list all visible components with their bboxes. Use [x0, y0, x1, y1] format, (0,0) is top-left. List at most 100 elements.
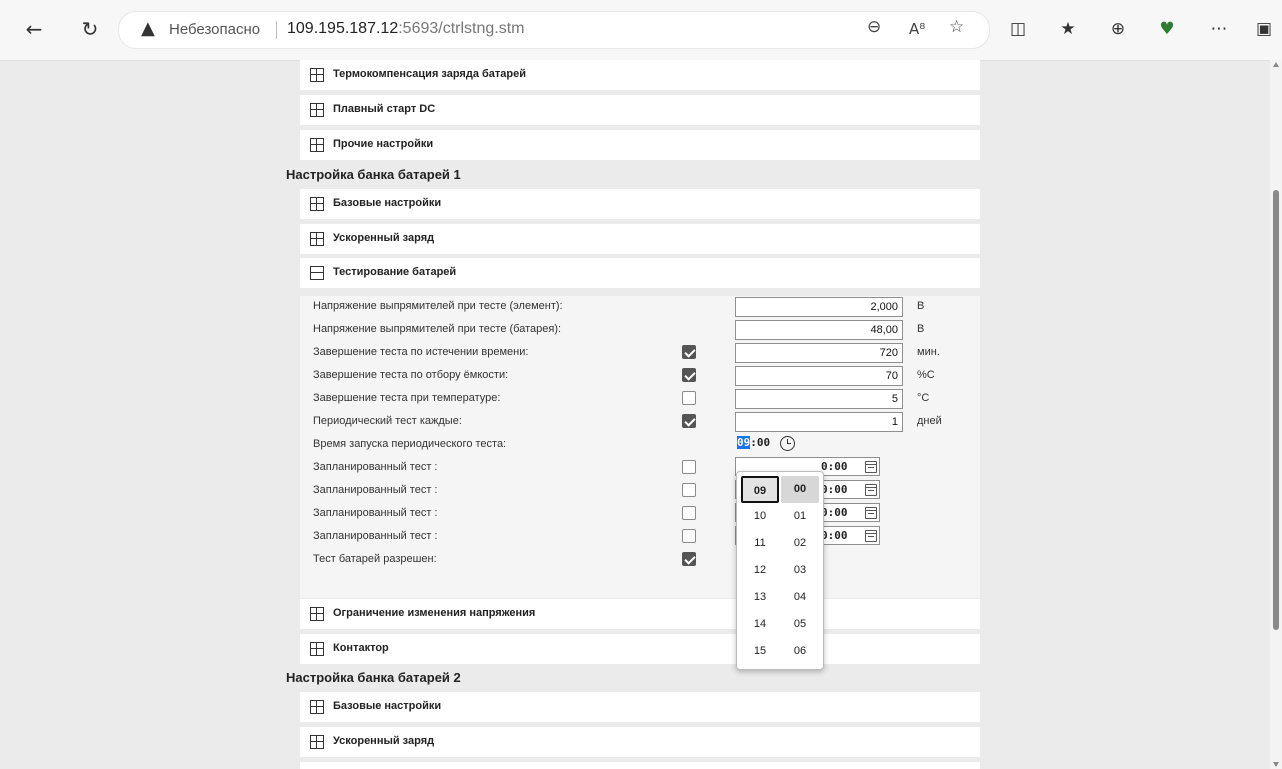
address-bar[interactable]: ▲ Небезопасно 109.195.187.12:5693/ctrlst…: [118, 11, 990, 49]
expand-icon[interactable]: [310, 197, 324, 211]
expand-icon[interactable]: [310, 232, 324, 246]
hour-option[interactable]: 09: [741, 476, 779, 503]
minutes-column[interactable]: 00 01 02 03 04 05 06: [781, 476, 819, 665]
favorites-list-icon[interactable]: ★: [1056, 14, 1080, 44]
clock-icon[interactable]: [780, 436, 795, 451]
panel-boost-charge-2[interactable]: Ускоренный заряд: [300, 727, 980, 757]
panel-title: Ускоренный заряд: [333, 232, 435, 244]
scheduled-test-checkbox[interactable]: [682, 506, 696, 520]
hour-option[interactable]: 15: [741, 638, 779, 665]
unit-label: дней: [917, 415, 942, 427]
sidebar-icon[interactable]: ▣: [1252, 14, 1276, 44]
scheduled-test-checkbox[interactable]: [682, 483, 696, 497]
minute-option[interactable]: 01: [781, 503, 819, 530]
reload-icon[interactable]: ↻: [76, 14, 104, 44]
panel-boost-charge[interactable]: Ускоренный заряд: [300, 224, 980, 254]
test-allowed-row: Тест батарей разрешен:: [300, 549, 980, 572]
minute-segment[interactable]: 00: [757, 436, 770, 449]
end-by-time-input[interactable]: 720: [735, 343, 903, 363]
periodic-test-checkbox[interactable]: [682, 414, 696, 428]
url-text[interactable]: 109.195.187.12:5693/ctrlstng.stm: [287, 20, 525, 38]
hour-option[interactable]: 13: [741, 584, 779, 611]
end-by-temperature-checkbox[interactable]: [682, 391, 696, 405]
scheduled-test-checkbox[interactable]: [682, 460, 696, 474]
cell-voltage-input[interactable]: 2,000: [735, 297, 903, 317]
panel-contactor[interactable]: Контактор: [300, 634, 980, 664]
row-label: Тест батарей разрешен:: [313, 553, 437, 565]
expand-icon[interactable]: [310, 138, 324, 152]
end-by-temperature-input[interactable]: 5: [735, 389, 903, 409]
hour-segment[interactable]: 09: [737, 436, 751, 449]
periodic-test-input[interactable]: 1: [735, 412, 903, 432]
more-icon[interactable]: ⋯: [1206, 14, 1232, 44]
minute-option[interactable]: 02: [781, 530, 819, 557]
test-row: Напряжение выпрямителей при тесте (батар…: [300, 319, 980, 342]
read-aloud-icon[interactable]: A⁸: [909, 20, 925, 38]
panel-partial[interactable]: [300, 762, 980, 769]
start-time-input[interactable]: 09:00: [737, 436, 770, 449]
hour-option[interactable]: 11: [741, 530, 779, 557]
panel-battery-test[interactable]: Тестирование батарей: [300, 258, 980, 288]
unit-label: В: [917, 300, 925, 312]
panel-title: Плавный старт DC: [333, 103, 436, 115]
minute-option[interactable]: 05: [781, 611, 819, 638]
scheduled-row: Запланированный тест : 0:00: [300, 526, 980, 549]
panel-other-settings[interactable]: Прочие настройки: [300, 130, 980, 160]
calendar-icon[interactable]: [865, 530, 877, 542]
scrollbar-thumb[interactable]: [1273, 190, 1279, 630]
expand-icon[interactable]: [310, 700, 324, 714]
row-label: Запланированный тест :: [313, 530, 438, 542]
row-label: Запланированный тест :: [313, 507, 438, 519]
minute-option[interactable]: 04: [781, 584, 819, 611]
test-allowed-checkbox[interactable]: [682, 552, 696, 566]
row-label: Запланированный тест :: [313, 461, 438, 473]
row-label: Запланированный тест :: [313, 484, 438, 496]
minute-option[interactable]: 06: [781, 638, 819, 665]
scroll-down-icon[interactable]: [1273, 762, 1279, 767]
security-warning-label[interactable]: Небезопасно: [169, 21, 260, 38]
unit-label: мин.: [917, 346, 940, 358]
calendar-icon[interactable]: [865, 484, 877, 496]
time-picker-popup[interactable]: 09 10 11 12 13 14 15 00 01 02 03 04 05 0…: [736, 471, 824, 670]
end-by-time-checkbox[interactable]: [682, 345, 696, 359]
split-screen-icon[interactable]: ◫: [1006, 14, 1030, 44]
end-by-capacity-checkbox[interactable]: [682, 368, 696, 382]
calendar-icon[interactable]: [865, 507, 877, 519]
collections-icon[interactable]: ⊕: [1106, 14, 1130, 44]
hour-option[interactable]: 12: [741, 557, 779, 584]
panel-title: Прочие настройки: [333, 138, 434, 150]
expand-icon[interactable]: [310, 607, 324, 621]
expand-icon[interactable]: [310, 642, 324, 656]
scheduled-row: Запланированный тест : 0:00: [300, 457, 980, 480]
minute-option[interactable]: 00: [781, 476, 819, 503]
panel-base-settings-2[interactable]: Базовые настройки: [300, 692, 980, 722]
page-scrollbar[interactable]: [1270, 60, 1282, 769]
panel-title: Базовые настройки: [333, 197, 442, 209]
panel-voltage-limit[interactable]: Ограничение изменения напряжения: [300, 599, 980, 629]
minute-option[interactable]: 03: [781, 557, 819, 584]
panel-base-settings[interactable]: Базовые настройки: [300, 189, 980, 219]
collapse-icon[interactable]: [310, 266, 324, 280]
expand-icon[interactable]: [310, 735, 324, 749]
panel-soft-start[interactable]: Плавный старт DC: [300, 95, 980, 125]
expand-icon[interactable]: [310, 103, 324, 117]
expand-icon[interactable]: [310, 68, 324, 82]
test-row: Напряжение выпрямителей при тесте (элеме…: [300, 296, 980, 319]
calendar-icon[interactable]: [865, 461, 877, 473]
back-arrow-icon[interactable]: ←: [20, 14, 48, 44]
hours-column[interactable]: 09 10 11 12 13 14 15: [741, 476, 779, 665]
hour-option[interactable]: 10: [741, 503, 779, 530]
hour-option[interactable]: 14: [741, 611, 779, 638]
panel-thermo-comp[interactable]: Термокомпенсация заряда батарей: [300, 60, 980, 90]
battery-voltage-input[interactable]: 48,00: [735, 320, 903, 340]
end-by-capacity-input[interactable]: 70: [735, 366, 903, 386]
zoom-out-icon[interactable]: ⊖: [867, 17, 881, 37]
scheduled-test-checkbox[interactable]: [682, 529, 696, 543]
panel-title: Ограничение изменения напряжения: [333, 607, 536, 619]
scroll-up-icon[interactable]: [1273, 62, 1279, 67]
health-icon[interactable]: ♥: [1154, 14, 1180, 44]
warning-icon[interactable]: ▲: [141, 18, 155, 39]
favorite-star-icon[interactable]: ☆: [949, 17, 964, 37]
url-host: 109.195.187.12: [287, 20, 399, 37]
row-label: Завершение теста по истечении времени:: [313, 346, 529, 358]
